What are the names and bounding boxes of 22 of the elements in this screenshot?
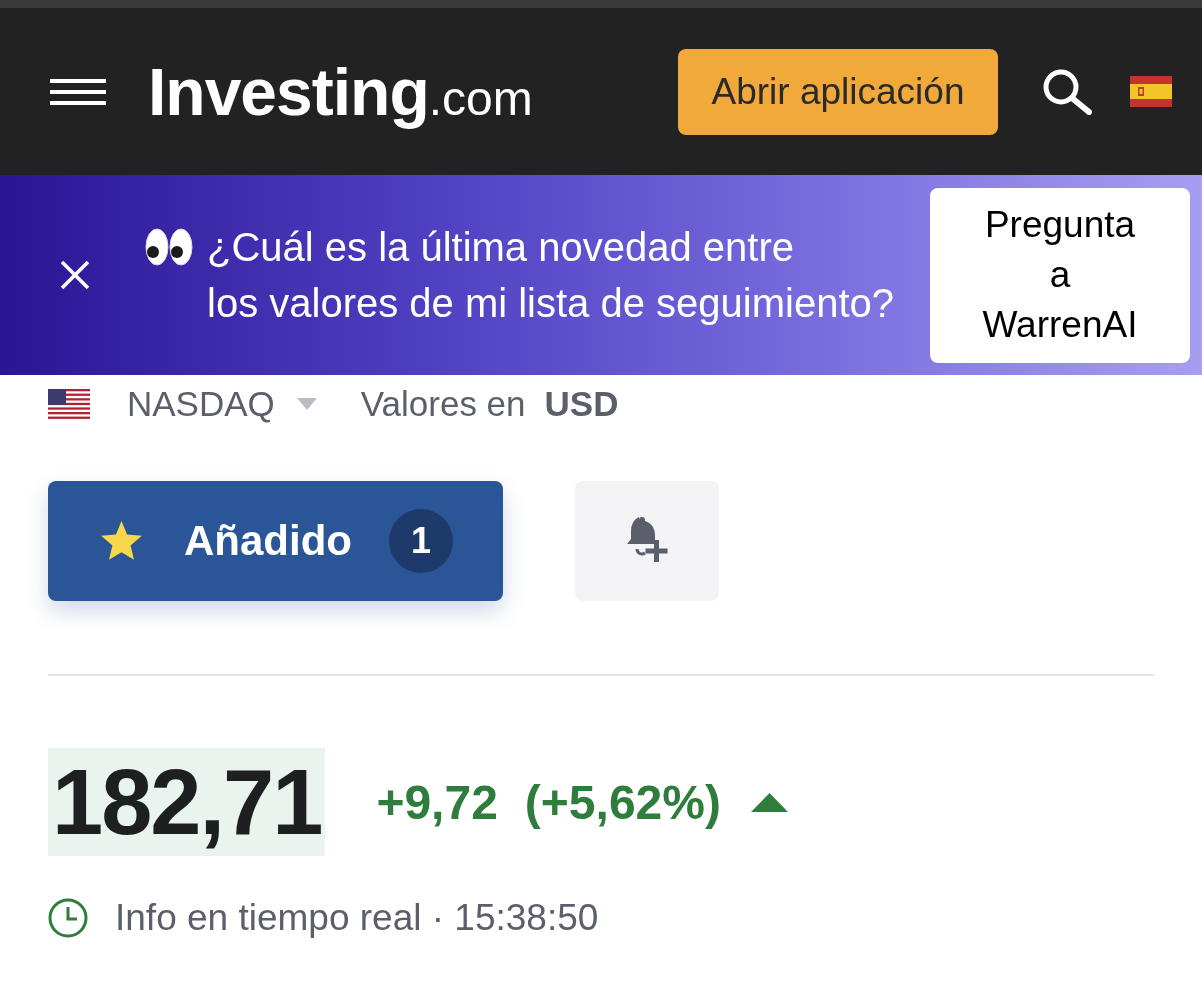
count-badge: 1 [389, 509, 453, 573]
us-flag-icon [48, 389, 90, 419]
add-alert-button[interactable] [575, 481, 719, 601]
close-icon[interactable] [60, 260, 90, 290]
open-app-button[interactable]: Abrir aplicación [678, 48, 998, 135]
banner-message: ¿Cuál es la última novedad entre los valores de mi lista de seguimiento? [207, 224, 894, 327]
clock-icon [48, 898, 88, 938]
stock-price: 182,71 [48, 748, 326, 856]
spain-flag-icon[interactable] [1130, 76, 1172, 107]
ask-ai-button[interactable]: Pregunta a WarrenAI [930, 187, 1190, 363]
currency-code: USD [544, 384, 619, 424]
price-change: +9,72 [376, 774, 498, 830]
eyes-emoji-icon [145, 228, 193, 266]
currency-label: Valores en [360, 384, 526, 424]
menu-icon[interactable] [50, 78, 106, 105]
star-icon [100, 520, 143, 562]
realtime-status: Info en tiempo real · 15:38:50 [115, 897, 599, 939]
percent-change: (+5,62%) [524, 774, 721, 830]
caret-down-icon [296, 398, 317, 410]
watchlist-button[interactable]: Añadido 1 [48, 481, 503, 601]
search-icon[interactable] [1042, 68, 1092, 115]
exchange-dropdown[interactable]: NASDAQ [127, 384, 317, 424]
